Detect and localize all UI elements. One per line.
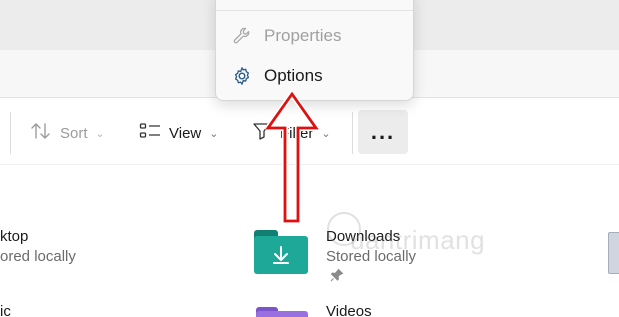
- annotation-arrow: [265, 91, 319, 224]
